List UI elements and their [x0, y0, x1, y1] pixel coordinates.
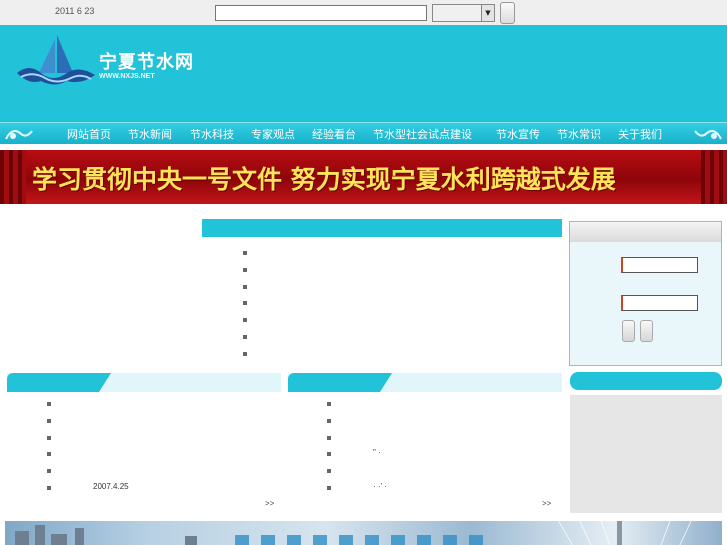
right-section-box — [570, 395, 722, 513]
list-item[interactable] — [327, 430, 557, 447]
nav-publicity[interactable]: 节水宣传 — [496, 126, 540, 142]
bullet-icon — [243, 334, 247, 339]
list-item[interactable] — [47, 396, 277, 413]
site-url: WWW.NXJS.NET — [99, 73, 155, 80]
list-item[interactable] — [47, 463, 277, 480]
login-panel-header — [570, 222, 721, 242]
list-item[interactable] — [243, 262, 543, 279]
bullet-icon — [243, 267, 247, 272]
bullet-icon — [327, 469, 331, 474]
bridge-cable — [579, 521, 592, 545]
list-item[interactable] — [243, 295, 543, 312]
building-shape — [51, 534, 67, 545]
nav-water-tech[interactable]: 节水科技 — [190, 126, 234, 142]
bullet-icon — [327, 418, 331, 423]
search-input[interactable] — [215, 5, 427, 21]
bullet-icon — [327, 402, 331, 406]
left-more-link[interactable]: >> — [265, 499, 274, 508]
nav-experience[interactable]: 经验看台 — [312, 126, 356, 142]
username-field[interactable] — [621, 257, 698, 273]
mid-column-tab[interactable] — [288, 373, 392, 392]
banner-slogan: 学习贯彻中央一号文件 努力实现宁夏水利跨越式发展 — [32, 165, 616, 194]
mid-column-header — [288, 373, 562, 392]
center-news-list — [243, 245, 543, 363]
left-column-header — [7, 373, 281, 392]
bullet-icon — [47, 452, 51, 457]
list-item[interactable] — [327, 396, 557, 413]
list-item[interactable] — [243, 245, 543, 262]
bullet-icon — [327, 485, 331, 490]
login-button[interactable] — [622, 320, 635, 342]
mid-column-list: " · · ·’ · — [327, 396, 557, 497]
nav-pilot-construction[interactable]: 节水型社会试点建设 — [373, 126, 472, 142]
bullet-icon — [47, 435, 51, 440]
building-shape — [15, 531, 29, 545]
building-shape — [185, 536, 197, 545]
bullet-icon — [47, 402, 51, 406]
slogan-banner: 学习贯彻中央一号文件 努力实现宁夏水利跨越式发展 — [0, 150, 727, 204]
bottom-photo-strip — [5, 521, 722, 545]
bullet-icon — [47, 469, 51, 474]
bullet-icon — [47, 418, 51, 423]
mid-more-link[interactable]: >> — [542, 499, 551, 508]
password-field[interactable] — [621, 295, 698, 311]
list-item[interactable] — [327, 413, 557, 430]
news-section-header — [202, 219, 562, 237]
nav-expert-views[interactable]: 专家观点 — [251, 126, 295, 142]
list-item[interactable] — [243, 346, 543, 363]
site-header: 宁夏节水网 WWW.NXJS.NET — [0, 25, 727, 122]
register-button[interactable] — [640, 320, 653, 342]
bullet-icon — [243, 351, 247, 356]
sailboat-logo-icon[interactable] — [15, 33, 97, 88]
bridge-cable — [679, 521, 692, 545]
nav-common-knowledge[interactable]: 节水常识 — [557, 126, 601, 142]
list-item[interactable]: 2007.4.25 — [47, 480, 277, 497]
right-section-header — [570, 372, 722, 390]
list-item[interactable]: · ·’ · — [327, 480, 557, 497]
curtain-left — [0, 150, 26, 204]
left-column-tab[interactable] — [7, 373, 111, 392]
site-title: 宁夏节水网 — [99, 52, 194, 73]
bridge-cable — [558, 521, 573, 545]
main-nav: 网站首页 节水新闻 节水科技 专家观点 经验看台 节水型社会试点建设 节水宣传 … — [0, 122, 727, 144]
list-item[interactable] — [327, 463, 557, 480]
building-shape — [35, 525, 45, 545]
login-panel — [569, 221, 722, 366]
right-ornament-icon — [694, 130, 722, 140]
search-button[interactable] — [500, 2, 515, 24]
bullet-icon — [243, 284, 247, 289]
list-item[interactable] — [243, 312, 543, 329]
nav-home[interactable]: 网站首页 — [67, 126, 111, 142]
left-column-list: 2007.4.25 — [47, 396, 277, 497]
top-bar: 2011 6 23 ▼ — [0, 0, 727, 25]
bottom-caption-graphic — [235, 535, 495, 545]
list-item[interactable] — [47, 446, 277, 463]
bullet-icon — [327, 452, 331, 457]
list-item[interactable] — [243, 279, 543, 296]
bridge-cable — [600, 521, 611, 545]
bullet-icon — [243, 301, 247, 306]
left-ornament-icon — [5, 130, 33, 140]
bullet-icon — [327, 435, 331, 440]
page: 2011 6 23 ▼ 宁夏节水网 WWW.NXJS.NET 网站首页 节水新闻… — [0, 0, 727, 545]
current-date: 2011 6 23 — [55, 6, 95, 16]
bullet-icon — [47, 485, 51, 490]
search-category-select[interactable]: ▼ — [432, 4, 495, 22]
bullet-icon — [243, 251, 247, 255]
nav-about-us[interactable]: 关于我们 — [618, 126, 662, 142]
list-item[interactable] — [243, 329, 543, 346]
list-item[interactable]: " · — [327, 446, 557, 463]
bridge-cable — [660, 521, 671, 545]
list-item[interactable] — [47, 413, 277, 430]
nav-water-news[interactable]: 节水新闻 — [128, 126, 172, 142]
building-shape — [75, 528, 84, 545]
bullet-icon — [243, 318, 247, 323]
chevron-down-icon[interactable]: ▼ — [481, 5, 494, 21]
bridge-pylon — [617, 521, 622, 545]
list-item[interactable] — [47, 430, 277, 447]
